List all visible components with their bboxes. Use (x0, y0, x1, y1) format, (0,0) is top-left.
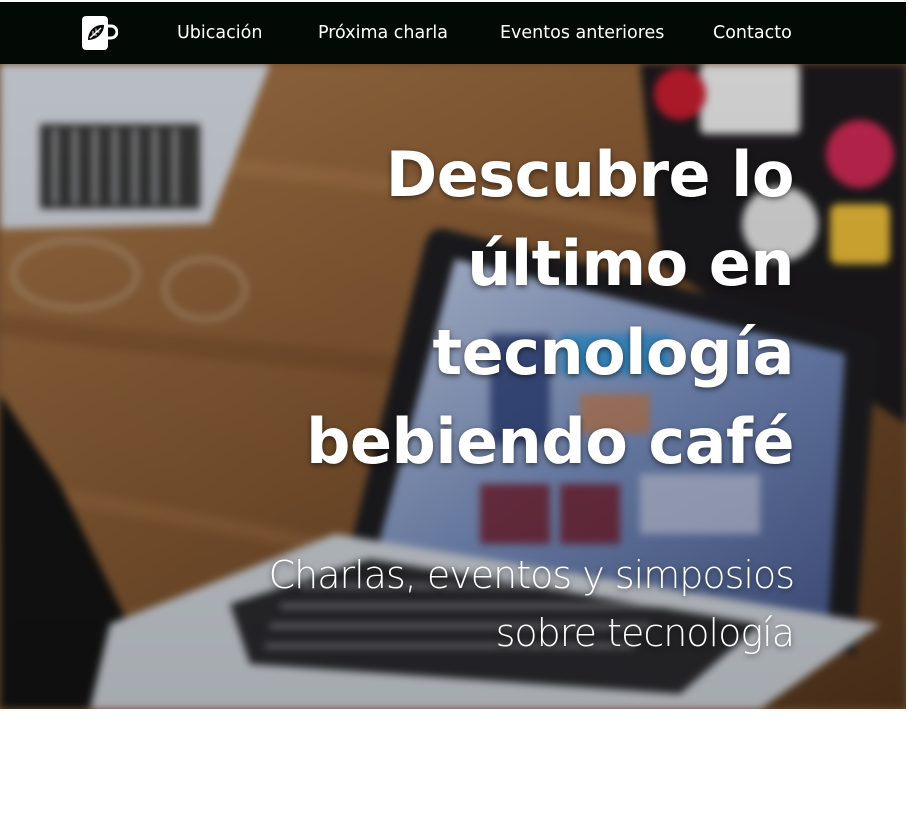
nav-item-eventos-anteriores[interactable]: Eventos anteriores (500, 2, 664, 64)
hero-subtitle: Charlas, eventos y simposios sobre tecno… (174, 546, 795, 662)
hero-title-line: último en (467, 227, 794, 300)
nav-item-ubicacion[interactable]: Ubicación (177, 2, 262, 64)
hero-subtitle-line: Charlas, eventos y simposios (268, 553, 795, 597)
hero-title-line: Descubre lo (385, 138, 795, 211)
hero-subtitle-line: sobre tecnología (495, 611, 795, 655)
nav-item-contacto[interactable]: Contacto (713, 2, 792, 64)
nav-item-proxima-charla[interactable]: Próxima charla (318, 2, 448, 64)
top-navbar: Ubicación Próxima charla Eventos anterio… (0, 2, 906, 64)
hero-title: Descubre lo último en tecnología bebiend… (234, 130, 794, 486)
hero-title-line: bebiendo café (306, 405, 794, 478)
coffee-cup-leaf-icon[interactable] (82, 16, 119, 50)
hero-banner: Descubre lo último en tecnología bebiend… (0, 64, 906, 709)
hero-title-line: tecnología (432, 316, 795, 389)
